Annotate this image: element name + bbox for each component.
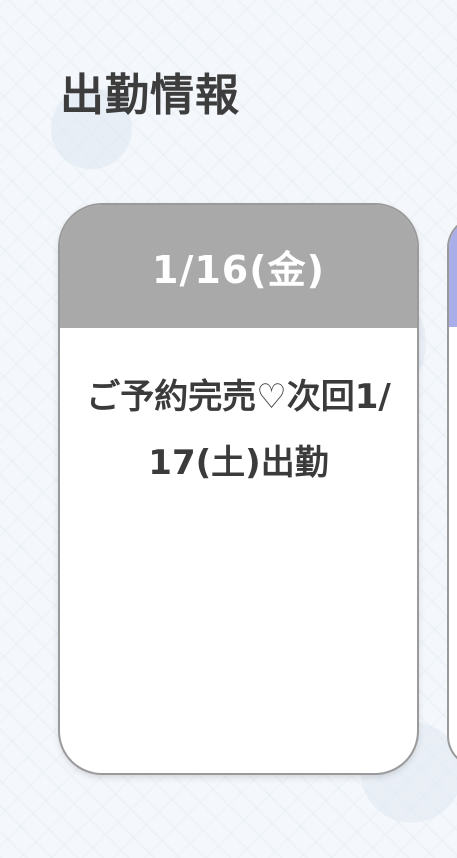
section-title: 出勤情報 <box>60 70 240 121</box>
schedule-card-date: 1/16(金) <box>152 248 325 292</box>
schedule-card[interactable]: 1/16(金) ご予約完売♡次回1/17(土)出勤 <box>60 205 417 773</box>
schedule-card-body: ご予約完売♡次回1/17(土)出勤 <box>60 328 417 496</box>
schedule-card-date-header: 1/16(金) <box>60 205 417 328</box>
schedule-card-message: ご予約完売♡次回1/17(土)出勤 <box>86 377 391 483</box>
next-schedule-card-header <box>449 218 457 327</box>
next-schedule-card[interactable] <box>449 218 457 766</box>
